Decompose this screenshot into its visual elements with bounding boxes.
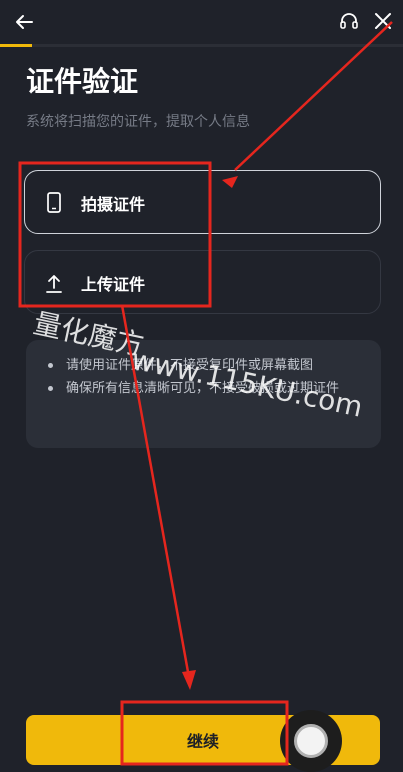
upload-icon [43,271,65,295]
assistive-touch-icon [294,724,328,758]
upload-document-option[interactable]: 上传证件 [24,250,381,314]
progress-bar [0,44,403,47]
continue-label: 继续 [186,732,219,751]
take-photo-label: 拍摄证件 [81,195,146,214]
headset-icon[interactable] [338,10,360,32]
progress-fill [0,44,33,47]
take-photo-option[interactable]: 拍摄证件 [24,170,381,234]
floating-assistive-button[interactable] [280,710,342,772]
phone-icon [43,191,65,215]
annotation-arrowhead [182,670,196,690]
tip-item: 确保所有信息清晰可见，不接受破损或过期证件 [44,377,365,400]
close-icon[interactable] [370,8,396,34]
back-arrow-icon[interactable] [10,8,38,36]
page-subtitle: 系统将扫描您的证件，提取个人信息 [26,114,250,130]
tips-box: 请使用证件原件，不接受复印件或屏幕截图 确保所有信息清晰可见，不接受破损或过期证… [26,340,381,448]
top-bar [0,0,403,44]
upload-document-label: 上传证件 [81,275,146,294]
page-title: 证件验证 [26,65,139,98]
tip-item: 请使用证件原件，不接受复印件或屏幕截图 [44,354,365,377]
